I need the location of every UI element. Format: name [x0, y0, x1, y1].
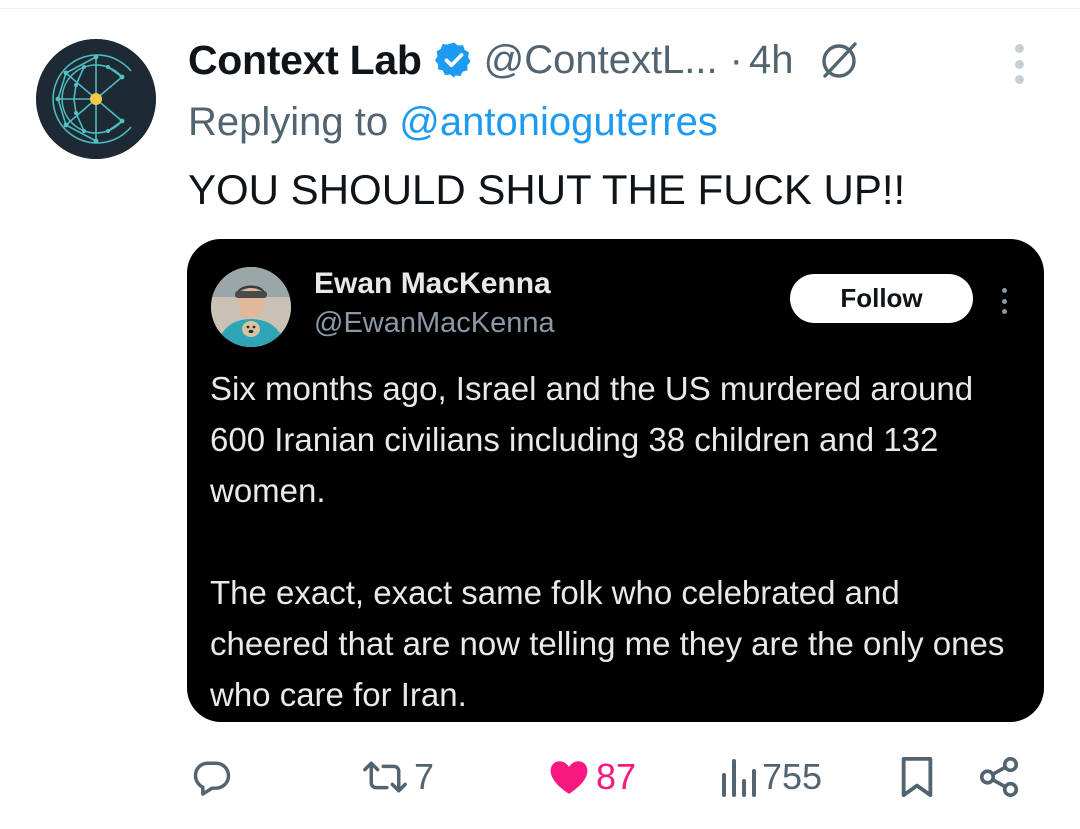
repost-icon	[363, 761, 407, 793]
share-button[interactable]	[976, 752, 1022, 802]
quoted-more-icon[interactable]	[1000, 288, 1008, 314]
author-display-name[interactable]: Context Lab	[188, 37, 422, 84]
quoted-paragraph: The exact, exact same folk who celebrate…	[210, 574, 1005, 713]
tweet-text: YOU SHOULD SHUT THE FUCK UP!!	[188, 166, 906, 213]
views-count: 755	[762, 756, 823, 797]
bookmark-button[interactable]	[896, 752, 938, 802]
reply-icon	[193, 761, 231, 796]
share-icon	[979, 756, 1019, 798]
repost-count: 7	[414, 756, 435, 797]
quoted-author-avatar[interactable]	[211, 267, 291, 347]
quoted-author-name[interactable]: Ewan MacKenna	[314, 267, 551, 301]
like-count: 87	[596, 756, 637, 797]
tweet-header: Context Lab @ContextL... · 4h	[188, 32, 863, 88]
quoted-author-handle[interactable]: @EwanMacKenna	[314, 307, 555, 340]
quoted-text: Six months ago, Israel and the US murder…	[210, 363, 1010, 720]
grok-icon[interactable]	[815, 36, 863, 84]
meta-separator: ·	[729, 37, 743, 82]
more-options-icon[interactable]	[1004, 42, 1034, 86]
like-button[interactable]: 87	[546, 752, 636, 802]
views-icon	[722, 759, 756, 797]
reply-button[interactable]	[190, 752, 238, 802]
replying-to-label: Replying to	[188, 100, 400, 144]
reply-to-handle-link[interactable]: @antonioguterres	[399, 100, 718, 144]
author-handle[interactable]: @ContextL...	[484, 38, 718, 83]
heart-filled-icon	[550, 761, 588, 794]
follow-button[interactable]: Follow	[790, 274, 973, 323]
replying-to-line: Replying to @antonioguterres	[188, 100, 718, 145]
context-lab-logo-icon	[36, 39, 156, 159]
bookmark-icon	[901, 756, 933, 798]
action-bar: 7 87 755	[0, 752, 1080, 802]
top-divider	[0, 8, 1080, 9]
avatar[interactable]	[36, 39, 156, 159]
tweet-timestamp[interactable]: 4h	[749, 38, 794, 83]
quoted-paragraph: Six months ago, Israel and the US murder…	[210, 370, 974, 509]
quoted-author-photo-icon	[211, 267, 291, 347]
views-button[interactable]: 755	[718, 752, 822, 802]
quoted-post[interactable]: Ewan MacKenna @EwanMacKenna Follow Six m…	[187, 239, 1044, 722]
repost-button[interactable]: 7	[360, 752, 434, 802]
verified-badge-icon	[434, 42, 471, 78]
